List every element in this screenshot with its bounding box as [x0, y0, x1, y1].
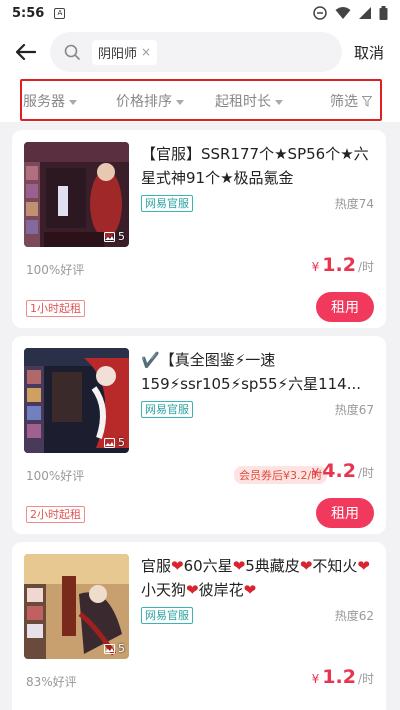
image-icon [104, 643, 115, 654]
price-currency: ¥ [311, 260, 320, 274]
status-bar: 5:56 A [0, 0, 400, 26]
rating-text: 83%好评 [26, 675, 77, 689]
search-keyword: 阴阳师 [98, 46, 138, 62]
rent-button[interactable]: 租用 [316, 292, 374, 322]
listing-card[interactable]: 5 官服❤60六星❤5典藏皮❤不知火❤小天狗❤彼岸花❤ 网易官服 热度62 83… [12, 542, 386, 710]
image-count-value: 5 [118, 642, 125, 655]
close-icon[interactable]: × [141, 45, 151, 59]
battery-icon [379, 6, 388, 20]
price: ¥ 4.2 /时 [312, 460, 374, 482]
title-part: 彼岸花 [198, 581, 244, 599]
price-unit: /时 [357, 466, 374, 480]
listing-thumbnail[interactable]: 5 [24, 554, 129, 659]
heart-icon: ❤ [171, 557, 184, 575]
official-server-badge: 网易官服 [141, 401, 193, 418]
rating-text: 100%好评 [26, 263, 85, 277]
highlight-outline [20, 79, 382, 121]
search-header: 阴阳师 × 取消 [0, 26, 400, 78]
heart-icon: ❤ [232, 557, 246, 575]
rating-text: 100%好评 [26, 469, 85, 483]
image-icon [104, 231, 115, 242]
heart-icon: ❤ [186, 581, 199, 599]
price-value: 1.2 [322, 254, 356, 276]
official-server-badge: 网易官服 [141, 607, 193, 624]
title-part: 小天狗 [141, 581, 187, 599]
listing-thumbnail[interactable]: 5 [24, 142, 129, 247]
price-value: 4.2 [322, 460, 356, 482]
image-count: 5 [104, 436, 125, 449]
official-server-badge: 网易官服 [141, 195, 193, 212]
arrow-left-icon [16, 44, 36, 60]
heat-value: 热度67 [334, 403, 374, 417]
heart-icon: ❤ [299, 557, 313, 575]
listing-title-text: 【真全图鉴⚡一速159⚡ssr105⚡sp55⚡六星114... [141, 351, 362, 393]
price: ¥ 1.2 /时 [312, 666, 374, 688]
listing-title[interactable]: 官服❤60六星❤5典藏皮❤不知火❤小天狗❤彼岸花❤ [141, 554, 376, 602]
image-count: 5 [104, 230, 125, 243]
status-time: 5:56 [12, 5, 45, 21]
image-count-value: 5 [118, 436, 125, 449]
price-currency: ¥ [311, 672, 320, 686]
listing-title[interactable]: 【官服】SSR177个★SP56个★六星式神91个★极品氪金 [141, 142, 376, 190]
heat-value: 热度62 [334, 609, 374, 623]
min-rent-tag: 2小时起租 [26, 506, 85, 523]
price: ¥ 1.2 /时 [312, 254, 374, 276]
search-keyword-chip[interactable]: 阴阳师 × [92, 39, 158, 65]
status-icons [313, 6, 388, 20]
price-unit: /时 [357, 260, 374, 274]
listing-card[interactable]: 5 ✔️【真全图鉴⚡一速159⚡ssr105⚡sp55⚡六星114... 网易官… [12, 336, 386, 534]
price-currency: ¥ [311, 466, 320, 480]
title-part: 5典藏皮 [245, 557, 300, 575]
search-input[interactable]: 阴阳师 × [50, 32, 342, 72]
image-count-value: 5 [118, 230, 125, 243]
listing-card[interactable]: 5 【官服】SSR177个★SP56个★六星式神91个★极品氪金 网易官服 热度… [12, 130, 386, 328]
do-not-disturb-icon [313, 6, 327, 20]
min-rent-tag: 1小时起租 [26, 300, 85, 317]
back-button[interactable] [4, 30, 48, 74]
listing-thumbnail[interactable]: 5 [24, 348, 129, 453]
listing-list: 5 【官服】SSR177个★SP56个★六星式神91个★极品氪金 网易官服 热度… [0, 122, 400, 710]
notification-icon: A [54, 7, 66, 19]
image-icon [104, 437, 115, 448]
rent-button[interactable]: 租用 [316, 498, 374, 528]
image-count: 5 [104, 642, 125, 655]
cancel-button[interactable]: 取消 [354, 42, 384, 63]
wifi-icon [335, 7, 351, 19]
price-value: 1.2 [322, 666, 356, 688]
title-part: 不知火 [312, 557, 358, 575]
heart-icon: ❤ [243, 581, 257, 599]
filter-bar: 服务器 价格排序 起租时长 筛选 [0, 78, 400, 122]
title-part: 60六星 [183, 557, 233, 575]
listing-title[interactable]: ✔️【真全图鉴⚡一速159⚡ssr105⚡sp55⚡六星114... [141, 348, 376, 396]
check-mark-icon: ✔️ [141, 351, 160, 369]
heat-value: 热度74 [334, 197, 374, 211]
signal-icon [359, 7, 371, 19]
title-part: 官服 [141, 557, 172, 575]
heart-icon: ❤ [357, 557, 370, 575]
search-icon [64, 43, 82, 61]
price-unit: /时 [357, 672, 374, 686]
